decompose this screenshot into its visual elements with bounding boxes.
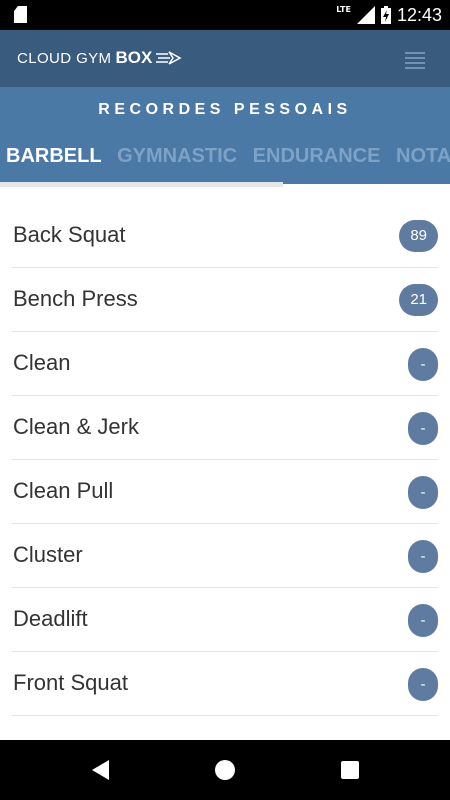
- tab-endurance[interactable]: ENDURANCE: [253, 145, 381, 167]
- logo-mark-icon: [156, 51, 182, 65]
- record-value-badge: -: [408, 604, 438, 637]
- back-icon[interactable]: [92, 760, 109, 780]
- record-value-badge: 21: [399, 284, 438, 316]
- record-value-badge: -: [408, 412, 438, 445]
- list-item[interactable]: Bench Press 21: [12, 268, 438, 332]
- list-item[interactable]: Back Squat 89: [12, 204, 438, 268]
- record-value-badge: -: [408, 348, 438, 381]
- app-logo: CLOUD GYM BOX: [17, 48, 182, 68]
- clock: 12:43: [396, 4, 442, 25]
- tab-nota[interactable]: NOTA: [396, 145, 450, 167]
- app-bar: CLOUD GYM BOX: [0, 30, 450, 87]
- record-value-badge: -: [408, 540, 438, 573]
- record-name: Front Squat: [13, 670, 128, 695]
- logo-text-box: BOX: [115, 48, 153, 67]
- list-item[interactable]: Cluster -: [12, 524, 438, 588]
- list-item[interactable]: Clean Pull -: [12, 460, 438, 524]
- record-value-badge: -: [408, 476, 438, 509]
- logo-text: CLOUD GYM: [17, 49, 112, 67]
- record-name: Deadlift: [13, 606, 88, 631]
- record-name: Back Squat: [13, 222, 126, 247]
- list-item[interactable]: Clean & Jerk -: [12, 396, 438, 460]
- list-item[interactable]: Clean -: [12, 332, 438, 396]
- recents-icon[interactable]: [341, 761, 359, 779]
- record-value-badge: 89: [399, 220, 438, 252]
- record-value-badge: -: [408, 668, 438, 701]
- home-icon[interactable]: [215, 760, 235, 780]
- battery-charging-icon: [380, 6, 391, 24]
- page-title: RECORDES PESSOAIS: [98, 101, 352, 118]
- hamburger-menu-icon[interactable]: [405, 52, 425, 69]
- tab-gymnastic[interactable]: GYMNASTIC: [117, 145, 237, 167]
- tab-indicator: [0, 182, 283, 187]
- category-tabs: BARBELL GYMNASTIC ENDURANCE NOTA: [6, 145, 450, 168]
- record-name: Cluster: [13, 542, 83, 567]
- tab-barbell[interactable]: BARBELL: [6, 145, 102, 167]
- list-item[interactable]: Deadlift -: [12, 588, 438, 652]
- network-type-label: LTE: [336, 4, 351, 14]
- record-name: Bench Press: [13, 286, 138, 311]
- record-name: Clean & Jerk: [13, 414, 139, 439]
- signal-icon: [356, 6, 375, 24]
- records-list: Back Squat 89 Bench Press 21 Clean - Cle…: [0, 204, 450, 716]
- system-nav-bar: [0, 740, 450, 800]
- list-item[interactable]: Front Squat -: [12, 652, 438, 716]
- status-bar: LTE 12:43: [0, 0, 450, 30]
- record-name: Clean Pull: [13, 478, 114, 503]
- record-name: Clean: [13, 350, 71, 375]
- sd-card-icon: [14, 6, 27, 23]
